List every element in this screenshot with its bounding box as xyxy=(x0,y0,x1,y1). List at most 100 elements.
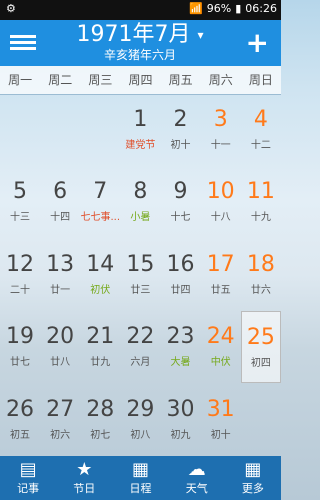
day-subtitle: 初十 xyxy=(170,140,191,151)
day-number: 16 xyxy=(166,251,195,277)
day-number: 20 xyxy=(46,324,75,350)
day-subtitle: 十二 xyxy=(250,140,271,151)
day-subtitle: 小暑 xyxy=(130,212,151,224)
day-cell[interactable]: 20 廿八 xyxy=(40,311,80,383)
day-cell[interactable]: 1 建党节 xyxy=(120,94,160,166)
day-subtitle: 廿九 xyxy=(90,357,111,369)
tab-schedule[interactable]: ▦ 日程 xyxy=(112,456,168,500)
dropdown-caret-icon: ▾ xyxy=(197,28,204,42)
day-cell[interactable]: 3 十一 xyxy=(201,94,241,166)
day-number: 24 xyxy=(206,324,235,350)
day-cell[interactable]: 14 初伏 xyxy=(80,239,120,311)
day-subtitle: 廿六 xyxy=(250,284,271,296)
day-number: 22 xyxy=(126,324,155,350)
day-number: 14 xyxy=(86,251,115,277)
day-cell[interactable]: 4 十二 xyxy=(241,94,281,166)
day-number: 9 xyxy=(173,179,188,205)
month-title[interactable]: 1971年7月 ▾ xyxy=(60,22,220,48)
day-number: 3 xyxy=(213,107,228,132)
day-subtitle: 七七事... xyxy=(80,212,121,224)
day-cell[interactable]: 27 初六 xyxy=(40,384,80,456)
day-cell[interactable]: 29 初八 xyxy=(120,384,160,456)
day-number: 29 xyxy=(126,396,155,422)
day-cell[interactable]: 13 廿一 xyxy=(40,239,80,311)
day-subtitle: 廿五 xyxy=(210,284,231,296)
day-cell[interactable]: 31 初十 xyxy=(201,384,241,456)
day-cell[interactable]: 30 初九 xyxy=(161,384,201,456)
day-number: 17 xyxy=(206,251,235,277)
day-number: 8 xyxy=(133,179,148,205)
app-header: 1971年7月 ▾ 辛亥猪年六月 + xyxy=(0,20,281,66)
day-cell[interactable]: 10 十八 xyxy=(201,166,241,238)
day-subtitle: 十三 xyxy=(10,212,30,224)
tab-more[interactable]: ▦ 更多 xyxy=(225,456,281,500)
day-number: 28 xyxy=(86,396,115,422)
weekday-label: 周一 xyxy=(8,73,33,87)
day-subtitle: 初四 xyxy=(250,358,271,370)
day-cell[interactable]: 19 廿七 xyxy=(0,311,40,383)
day-cell[interactable]: 7 七七事... xyxy=(80,166,120,238)
day-subtitle: 十四 xyxy=(50,212,71,224)
day-number: 13 xyxy=(46,251,75,277)
cloud-icon: ☁ xyxy=(187,459,206,480)
tab-weather[interactable]: ☁ 天气 xyxy=(169,456,225,500)
day-cell[interactable]: 9 十七 xyxy=(161,166,201,238)
day-cell[interactable]: 17 廿五 xyxy=(201,239,241,311)
day-number: 11 xyxy=(246,179,275,205)
notes-icon: ▤ xyxy=(19,459,37,480)
day-subtitle: 初六 xyxy=(50,429,71,441)
day-number: 21 xyxy=(86,324,115,350)
day-subtitle: 廿八 xyxy=(50,357,71,369)
day-cell[interactable]: 8 小暑 xyxy=(120,166,160,238)
tab-holidays[interactable]: ★ 节日 xyxy=(56,456,112,500)
day-number: 23 xyxy=(166,324,195,350)
day-number: 25 xyxy=(246,325,275,351)
day-cell[interactable]: 26 初五 xyxy=(0,384,40,456)
day-number: 15 xyxy=(126,251,155,277)
day-subtitle: 十一 xyxy=(210,140,231,151)
day-cell[interactable]: 5 十三 xyxy=(0,166,40,238)
day-cell[interactable]: 25 初四 xyxy=(240,311,281,384)
day-cell[interactable]: 16 廿四 xyxy=(161,239,201,311)
day-cell[interactable]: 18 廿六 xyxy=(241,239,281,311)
day-number: 31 xyxy=(206,396,235,422)
day-cell[interactable]: 22 六月 xyxy=(120,311,160,383)
calendar-icon: ▦ xyxy=(132,459,150,480)
day-number: 30 xyxy=(166,396,195,422)
day-subtitle: 大暑 xyxy=(170,357,191,369)
day-number: 7 xyxy=(93,179,108,205)
day-cell[interactable]: 24 中伏 xyxy=(201,311,241,383)
day-subtitle: 六月 xyxy=(130,357,151,369)
tab-notes[interactable]: ▤ 记事 xyxy=(0,456,56,500)
day-cell[interactable]: 21 廿九 xyxy=(80,311,120,383)
day-number: 2 xyxy=(173,107,188,132)
day-cell[interactable]: 11 十九 xyxy=(241,166,281,238)
calendar-grid: 1 建党节 2 初十 3 十一 4 十二 5 十三 6 十四 7 七七事... 8 小暑 9 十七 10 十八 11 十九… xyxy=(0,94,281,456)
day-number: 10 xyxy=(206,179,235,205)
weekday-label: 周五 xyxy=(168,73,193,87)
add-button[interactable]: + xyxy=(246,26,269,59)
day-cell[interactable]: 2 初十 xyxy=(161,94,201,166)
weekday-header: 周一 周二 周三 周四 周五 周六 周日 xyxy=(0,66,281,95)
day-subtitle: 中伏 xyxy=(210,357,231,369)
weekday-label: 周三 xyxy=(88,73,113,87)
weekday-label: 周六 xyxy=(208,73,233,87)
day-cell[interactable]: 15 廿三 xyxy=(120,239,160,311)
day-subtitle: 初伏 xyxy=(90,284,111,296)
day-subtitle: 十八 xyxy=(210,212,231,224)
day-subtitle: 廿一 xyxy=(50,284,71,296)
wifi-icon: 📶 xyxy=(189,2,203,15)
day-subtitle: 十九 xyxy=(250,212,271,224)
weekday-label: 周四 xyxy=(128,73,153,87)
day-number: 6 xyxy=(53,179,68,205)
star-icon: ★ xyxy=(76,459,93,480)
grid-icon: ▦ xyxy=(244,459,262,480)
day-cell[interactable]: 28 初七 xyxy=(80,384,120,456)
day-cell[interactable]: 6 十四 xyxy=(40,166,80,238)
day-cell[interactable]: 23 大暑 xyxy=(161,311,201,383)
day-cell[interactable]: 12 二十 xyxy=(0,239,40,311)
lunar-subtitle: 辛亥猪年六月 xyxy=(103,48,176,62)
weekday-label: 周二 xyxy=(48,73,73,87)
menu-icon[interactable] xyxy=(10,32,36,54)
status-bar: ⚙ 📶 96% ▮ 06:26 xyxy=(0,0,281,20)
